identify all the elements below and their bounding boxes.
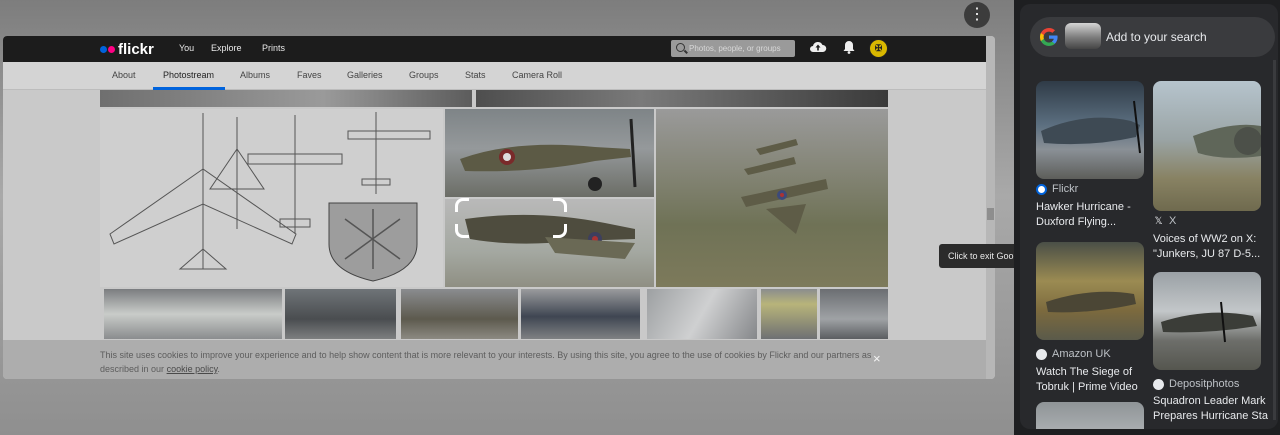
exit-tooltip: Click to exit Goo [939, 244, 1014, 268]
nav-you[interactable]: You [179, 43, 194, 53]
panel-scrollbar[interactable] [1273, 60, 1276, 420]
tab-photostream[interactable]: Photostream [163, 70, 214, 80]
logo-text: flickr [118, 40, 154, 58]
search-icon [676, 43, 685, 52]
profile-subnav: About Photostream Albums Faves Galleries… [3, 62, 986, 90]
cookie-message: This site uses cookies to improve your e… [100, 348, 875, 376]
result-source: Flickr [1036, 183, 1078, 195]
tab-camera-roll[interactable]: Camera Roll [512, 70, 562, 80]
more-vert-icon: ⋮ [969, 6, 985, 23]
result-source: Depositphotos [1153, 378, 1239, 390]
result-thumbnail[interactable] [1153, 81, 1261, 211]
result-thumbnail[interactable] [1036, 242, 1144, 340]
flickr-source-icon [1036, 183, 1047, 195]
selected-image-thumbnail[interactable] [1065, 23, 1101, 49]
cookie-policy-link[interactable]: cookie policy [167, 364, 218, 374]
photo-tile[interactable] [521, 289, 640, 339]
lens-search-box[interactable]: Add to your search [1030, 17, 1275, 57]
close-icon[interactable]: × [873, 351, 881, 366]
notifications-bell-icon[interactable] [840, 40, 858, 58]
nav-explore[interactable]: Explore [211, 43, 242, 53]
selection-corner[interactable] [553, 224, 567, 238]
photo-tile[interactable] [647, 289, 757, 339]
photo-tile[interactable] [104, 289, 282, 339]
photo-tile[interactable] [401, 289, 518, 339]
result-source-name: Amazon UK [1052, 348, 1111, 360]
tab-albums[interactable]: Albums [240, 70, 270, 80]
result-thumbnail[interactable] [1036, 81, 1144, 179]
result-thumbnail[interactable] [1036, 402, 1144, 429]
flickr-logo[interactable]: flickr [100, 40, 154, 58]
result-title[interactable]: Voices of WW2 on X: "Junkers, JU 87 D-5.… [1153, 232, 1271, 262]
amazon-source-icon [1036, 348, 1047, 360]
upload-icon[interactable] [809, 40, 827, 58]
result-title[interactable]: Hawker Hurricane - Duxford Flying... [1036, 200, 1146, 230]
logo-blue-dot [100, 45, 107, 53]
result-source: Amazon UK [1036, 348, 1111, 360]
photo-tile[interactable] [820, 289, 888, 339]
user-avatar[interactable]: ✠ [869, 39, 888, 58]
google-logo-icon [1040, 28, 1058, 46]
search-input[interactable] [689, 40, 789, 57]
x-source-icon: 𝕏 [1154, 215, 1163, 227]
photo-tile-hurricane-front[interactable] [445, 109, 654, 197]
depositphotos-source-icon [1153, 378, 1164, 390]
page-scrollbar-thumb[interactable] [987, 208, 994, 220]
photo-tile[interactable] [476, 90, 888, 107]
result-source: 𝕏 X [1153, 215, 1176, 227]
result-source-name: Flickr [1052, 183, 1079, 195]
result-source-name: Depositphotos [1169, 378, 1240, 390]
tab-galleries[interactable]: Galleries [347, 70, 383, 80]
result-source-name: X [1169, 215, 1177, 227]
more-options-button[interactable]: ⋮ [964, 2, 990, 28]
cookie-text-end: . [217, 364, 220, 374]
photo-tile-blueprint[interactable] [100, 109, 443, 287]
tab-groups[interactable]: Groups [409, 70, 439, 80]
flickr-top-bar: flickr You Explore Prints ✠ [3, 36, 986, 62]
add-to-search-label[interactable]: Add to your search [1106, 30, 1207, 44]
result-thumbnail[interactable] [1153, 272, 1261, 370]
lens-results-container: Add to your search Flickr Hawker Hurrica… [1020, 4, 1278, 429]
result-title[interactable]: Squadron Leader Mark Prepares Hurricane … [1153, 394, 1273, 424]
photo-tile[interactable] [285, 289, 396, 339]
tab-stats[interactable]: Stats [465, 70, 486, 80]
selection-corner[interactable] [455, 224, 469, 238]
selection-corner[interactable] [553, 198, 567, 212]
photo-tile[interactable] [100, 90, 472, 107]
nav-prints[interactable]: Prints [262, 43, 285, 53]
photo-tile[interactable] [761, 289, 817, 339]
tab-about[interactable]: About [112, 70, 136, 80]
selection-corner[interactable] [455, 198, 469, 212]
photo-tile-spitfires-formation[interactable] [656, 109, 888, 287]
logo-pink-dot [108, 45, 115, 53]
flickr-search[interactable] [671, 40, 795, 57]
tab-faves[interactable]: Faves [297, 70, 322, 80]
lens-selection-box[interactable] [455, 198, 567, 238]
result-title[interactable]: Watch The Siege of Tobruk | Prime Video [1036, 365, 1146, 395]
lens-side-panel: Add to your search Flickr Hawker Hurrica… [1014, 0, 1280, 435]
cookie-banner: This site uses cookies to improve your e… [3, 340, 986, 379]
